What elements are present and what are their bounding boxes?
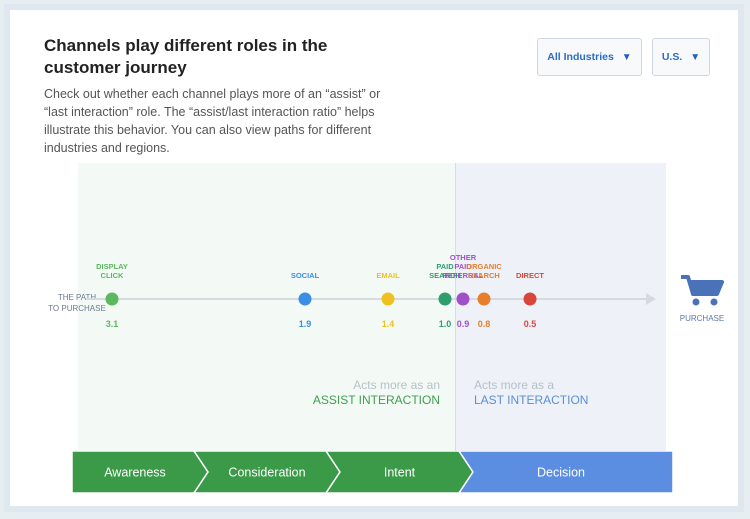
stage-label: Decision: [537, 466, 585, 480]
page-title: Channels play different roles in the cus…: [44, 36, 328, 77]
stage-consideration: Consideration: [193, 451, 341, 493]
assist-role-line2: ASSIST INTERACTION: [312, 393, 440, 407]
journey-stages: Awareness Consideration Intent Decision: [72, 451, 673, 493]
stage-intent: Intent: [325, 451, 474, 493]
assist-role-line1: Acts more as an: [353, 378, 440, 392]
assist-role-caption: Acts more as an ASSIST INTERACTION: [300, 378, 440, 408]
caret-down-icon: ▼: [690, 51, 701, 63]
industry-dropdown-label: All Industries: [547, 51, 614, 63]
caret-down-icon: ▼: [621, 51, 632, 63]
last-role-caption: Acts more as a LAST INTERACTION: [474, 378, 634, 408]
stage-decision: Decision: [458, 451, 673, 493]
page-description: Check out whether each channel plays mor…: [44, 87, 381, 155]
stage-label: Awareness: [104, 466, 166, 480]
purchase-label: PURCHASE: [679, 314, 725, 323]
last-role-line1: Acts more as a: [474, 378, 555, 392]
shopping-cart-icon: [681, 275, 724, 306]
stage-label: Consideration: [228, 466, 305, 480]
path-label-line2: TO PURCHASE: [48, 304, 106, 313]
path-to-purchase-label: THE PATH TO PURCHASE: [40, 292, 114, 314]
last-role-line2: LAST INTERACTION: [474, 393, 589, 407]
stage-awareness: Awareness: [72, 451, 209, 493]
zone-divider: [455, 163, 456, 451]
industry-dropdown[interactable]: All Industries ▼: [537, 38, 642, 76]
path-label-line1: THE PATH: [57, 293, 97, 302]
region-dropdown-label: U.S.: [661, 51, 683, 63]
stage-label: Intent: [384, 466, 416, 480]
region-dropdown[interactable]: U.S. ▼: [652, 38, 710, 76]
